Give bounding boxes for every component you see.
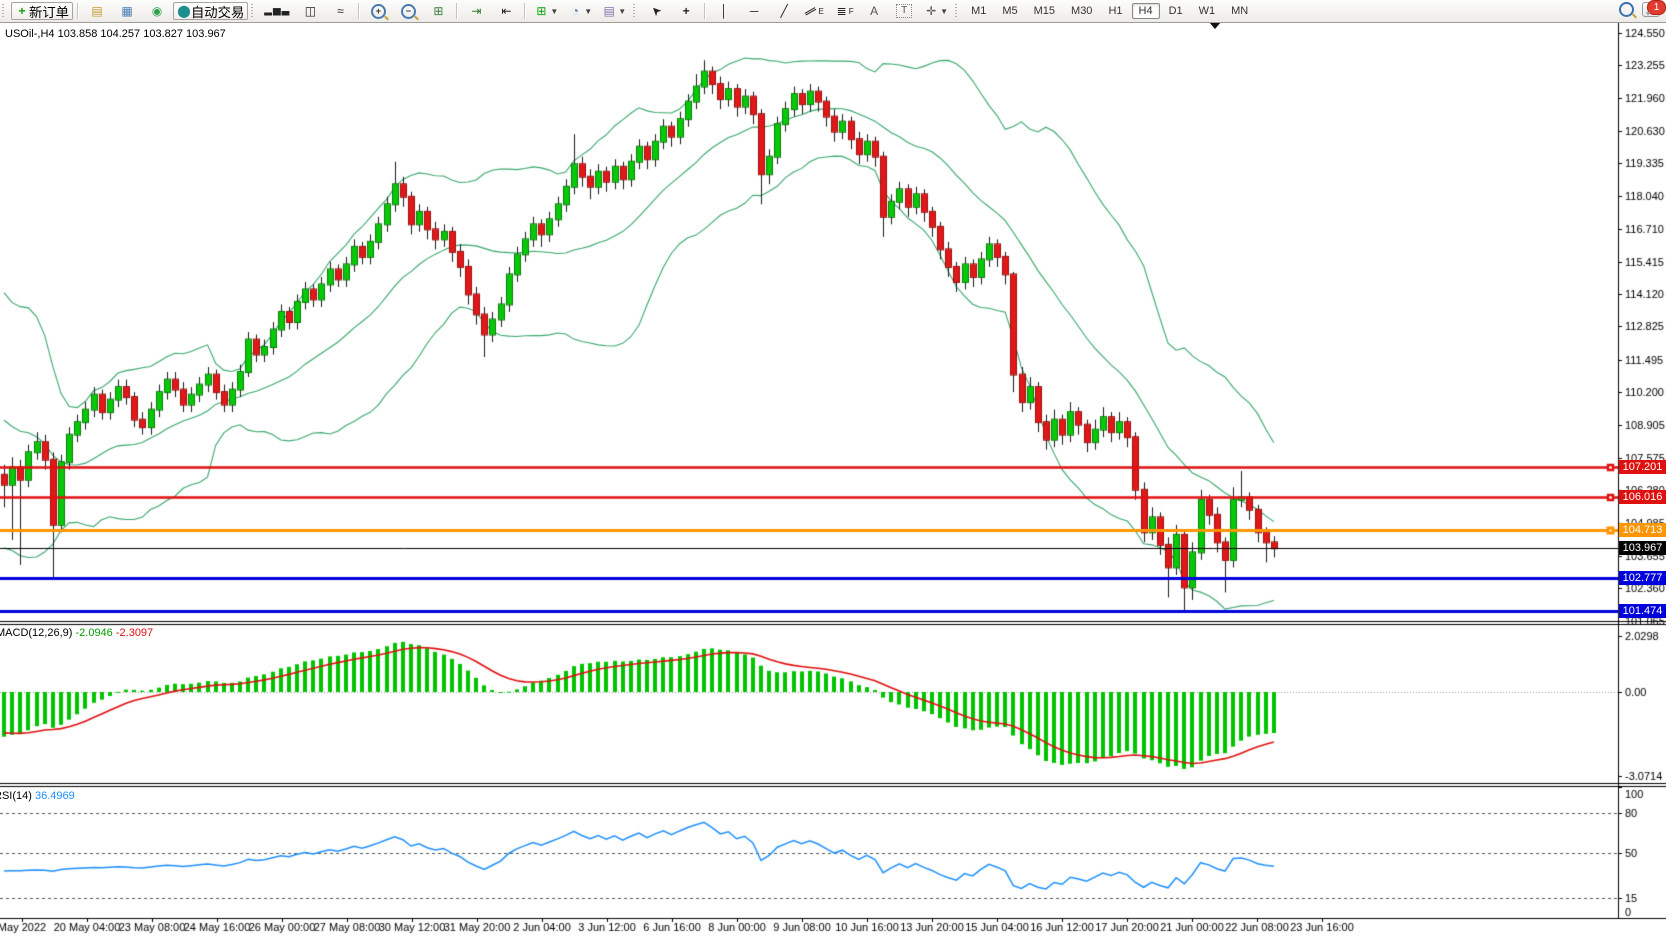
navigator-button[interactable]: ◉ <box>143 1 171 21</box>
chevron-down-icon: ▼ <box>550 7 558 16</box>
zoom-out-button[interactable]: − <box>394 1 422 21</box>
market-watch-icon: ▤ <box>90 3 104 19</box>
bar-chart-button[interactable]: ▂▅▃ <box>260 1 294 21</box>
trendline-button[interactable]: ╱ <box>770 1 798 21</box>
trendline-icon: ╱ <box>777 3 791 19</box>
timeframe-switcher: M1M5M15M30H1H4D1W1MN <box>963 3 1256 19</box>
line-chart-icon: ≈ <box>333 3 347 19</box>
rsi-value: 36.4969 <box>35 790 75 802</box>
crosshair-button[interactable]: + <box>672 1 700 21</box>
search-icon[interactable] <box>1619 2 1634 17</box>
vertical-line-button[interactable]: │ <box>710 1 738 21</box>
timeframe-h1[interactable]: H1 <box>1101 3 1129 19</box>
chevron-down-icon: ▼ <box>940 7 948 16</box>
navigator-icon: ◉ <box>150 3 164 19</box>
price-line-label: 106.016 <box>1619 490 1666 504</box>
vertical-line-icon: │ <box>717 3 731 19</box>
crosshair-icon: + <box>679 3 693 19</box>
toolbar-grip[interactable] <box>955 4 960 19</box>
zoom-in-icon: + <box>371 4 386 19</box>
new-order-icon: + <box>15 3 29 19</box>
price-line-label: 104.713 <box>1619 523 1666 537</box>
zoom-in-button[interactable]: + <box>364 1 392 21</box>
templates-icon: ▤ <box>602 3 616 19</box>
clock-icon: ◔ <box>568 3 582 19</box>
line-chart-button[interactable]: ≈ <box>326 1 354 21</box>
chart-shift-button[interactable]: ⇤ <box>492 1 520 21</box>
timeframe-m15[interactable]: M15 <box>1027 3 1062 19</box>
timeframe-w1[interactable]: W1 <box>1192 3 1223 19</box>
rsi-label: RSI(14) 36.4969 <box>0 790 75 802</box>
chevron-down-icon: ▼ <box>618 7 626 16</box>
new-order-button[interactable]: + 新订单 <box>11 2 73 20</box>
channel-icon: ∥ <box>801 1 822 21</box>
autotrading-icon: ⬤ <box>177 3 191 19</box>
auto-scroll-button[interactable]: ⇥ <box>462 1 490 21</box>
price-line-label: 102.777 <box>1619 571 1666 585</box>
timeframe-m5[interactable]: M5 <box>995 3 1024 19</box>
horizontal-line-icon: ─ <box>747 3 761 19</box>
macd-main-value: -2.0946 <box>75 627 112 639</box>
zoom-out-icon: − <box>401 4 416 19</box>
horizontal-line-button[interactable]: ─ <box>740 1 768 21</box>
macd-signal-value: -2.3097 <box>116 627 153 639</box>
market-watch-button[interactable]: ▤ <box>83 1 111 21</box>
price-chart-canvas[interactable] <box>0 0 1666 939</box>
toolbar-grip[interactable] <box>633 4 638 19</box>
arrows-button[interactable]: ✛▼ <box>920 1 952 21</box>
ohlc-values: 103.858 104.257 103.827 103.967 <box>58 28 226 40</box>
cursor-button[interactable]: ➤ <box>642 1 670 21</box>
notification-badge[interactable]: 1 <box>1647 0 1666 15</box>
autotrading-button[interactable]: ⬤ 自动交易 <box>173 2 248 20</box>
new-order-label: 新订单 <box>29 2 69 21</box>
fibonacci-button[interactable]: ≣F <box>830 1 858 21</box>
chart-shift-marker[interactable] <box>1209 22 1221 29</box>
periods-button[interactable]: ◔▼ <box>564 1 596 21</box>
autotrading-label: 自动交易 <box>191 2 244 21</box>
text-icon: A <box>867 3 881 19</box>
timeframe-h4[interactable]: H4 <box>1132 3 1160 19</box>
auto-scroll-icon: ⇥ <box>469 3 483 19</box>
data-window-button[interactable]: ▦ <box>113 1 141 21</box>
timeframe-m30[interactable]: M30 <box>1064 3 1099 19</box>
candlestick-chart-icon: ◫ <box>303 3 317 19</box>
macd-name: MACD(12,26,9) <box>0 627 72 639</box>
cursor-icon: ➤ <box>646 0 667 21</box>
text-label-icon: T <box>896 4 912 18</box>
timeframe-m1[interactable]: M1 <box>964 3 993 19</box>
rsi-name: RSI(14) <box>0 790 32 802</box>
bar-chart-icon: ▂▅▃ <box>264 3 290 19</box>
tile-windows-button[interactable]: ⊞ <box>424 1 452 21</box>
indicators-icon: ⊞ <box>534 3 548 19</box>
toolbar-grip[interactable] <box>251 4 256 19</box>
fibonacci-icon: ≣ <box>835 3 849 19</box>
toolbar-grip[interactable] <box>2 4 7 19</box>
arrows-icon: ✛ <box>924 3 938 19</box>
price-line-label: 101.474 <box>1619 604 1666 618</box>
data-window-icon: ▦ <box>120 3 134 19</box>
fibonacci-letter: F <box>849 7 854 16</box>
chart-shift-icon: ⇤ <box>499 3 513 19</box>
timeframe-mn[interactable]: MN <box>1224 3 1255 19</box>
templates-button[interactable]: ▤▼ <box>598 1 630 21</box>
chevron-down-icon: ▼ <box>584 7 592 16</box>
chart-title: USOil-,H4 103.858 104.257 103.827 103.96… <box>5 28 226 40</box>
price-line-label: 103.967 <box>1619 541 1666 555</box>
macd-label: MACD(12,26,9) -2.0946 -2.3097 <box>0 627 153 639</box>
comments-icon[interactable]: 1 <box>1642 2 1660 17</box>
text-label-button[interactable]: T <box>890 1 918 21</box>
price-line-label: 107.201 <box>1619 460 1666 474</box>
channel-button[interactable]: ∥E <box>800 1 828 21</box>
indicators-button[interactable]: ⊞▼ <box>530 1 562 21</box>
candlestick-chart-button[interactable]: ◫ <box>296 1 324 21</box>
tile-windows-icon: ⊞ <box>431 3 445 19</box>
symbol-title: USOil-,H4 <box>5 28 55 40</box>
toolbar: + 新订单 ▤ ▦ ◉ ⬤ 自动交易 ▂▅▃ ◫ ≈ + − ⊞ ⇥ ⇤ ⊞▼ … <box>0 0 1666 23</box>
text-button[interactable]: A <box>860 1 888 21</box>
timeframe-d1[interactable]: D1 <box>1162 3 1190 19</box>
